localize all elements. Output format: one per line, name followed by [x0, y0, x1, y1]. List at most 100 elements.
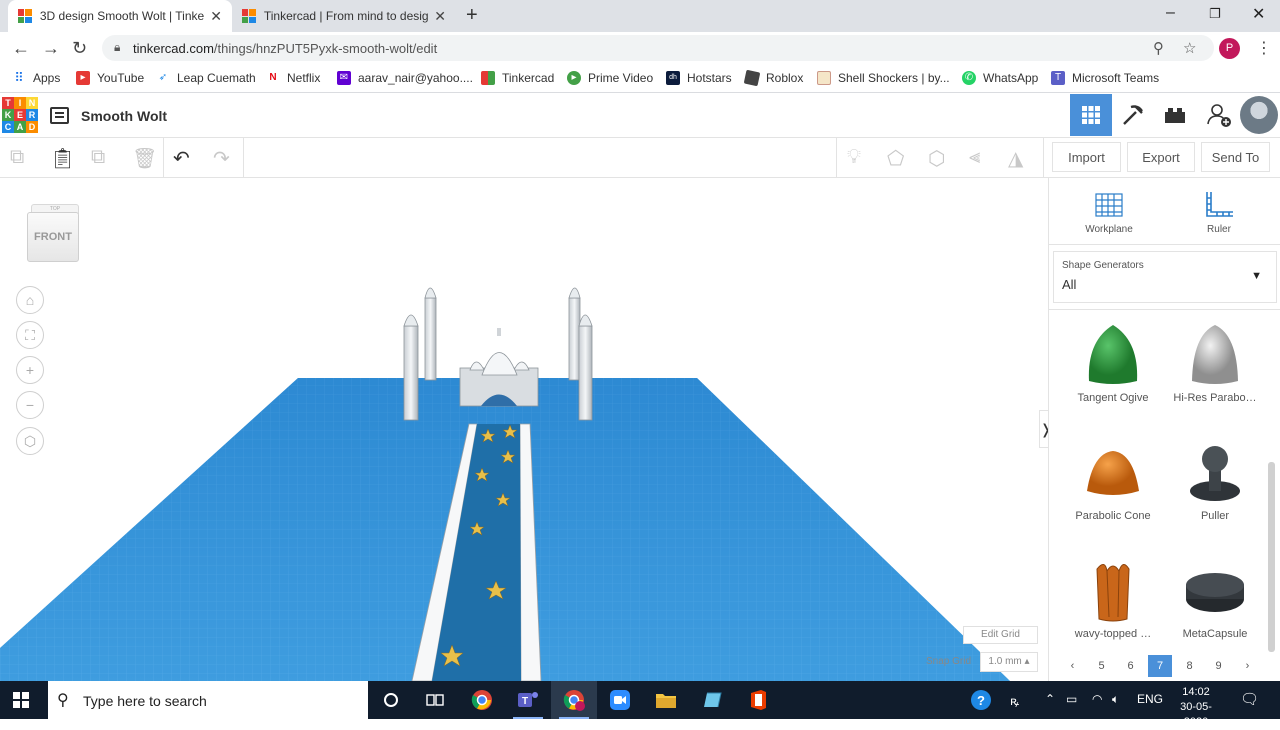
paste-icon[interactable]: 📋︎: [50, 146, 75, 171]
user-avatar[interactable]: [1240, 96, 1278, 134]
address-bar[interactable]: 🔒︎ tinkercad.com/things/hnzPUT5Pyxk-smoo…: [102, 35, 1214, 61]
add-user-button[interactable]: [1198, 94, 1240, 136]
shape-generators-dropdown[interactable]: Shape Generators All ▼: [1053, 251, 1277, 303]
chrome-taskbar-icon[interactable]: [459, 681, 505, 719]
battery-icon[interactable]: ▭: [1066, 692, 1077, 706]
tinkercad-logo[interactable]: T I N K E R C A D: [2, 97, 38, 133]
bookmark-yahoo-mail[interactable]: ✉ aarav_nair@yahoo....: [337, 71, 473, 85]
lightbulb-icon[interactable]: 💡︎: [847, 146, 861, 169]
delete-icon[interactable]: 🗑︎: [132, 146, 157, 171]
perspective-cube-icon[interactable]: ⬡: [16, 427, 44, 455]
zoom-in-icon[interactable]: +: [16, 356, 44, 384]
bookmark-leap-cuemath[interactable]: ➶ Leap Cuemath: [156, 71, 256, 85]
shape-metacapsule[interactable]: MetaCapsule: [1165, 557, 1265, 640]
tab-tinkercad-design[interactable]: 3D design Smooth Wolt | Tinkerc ✕: [8, 0, 232, 32]
ruler-tool[interactable]: Ruler: [1169, 186, 1269, 235]
bookmark-tinkercad[interactable]: Tinkercad: [481, 71, 554, 85]
workplane-tool[interactable]: Workplane: [1059, 186, 1159, 235]
chrome-profile-taskbar-icon[interactable]: [551, 681, 597, 719]
page-6[interactable]: 6: [1116, 660, 1145, 672]
file-explorer-icon[interactable]: [643, 681, 689, 719]
redo-icon[interactable]: ↷: [213, 146, 230, 171]
bricks-button[interactable]: [1154, 94, 1196, 136]
page-8[interactable]: 8: [1175, 660, 1204, 672]
office-taskbar-icon[interactable]: [735, 681, 781, 719]
bookmark-apps[interactable]: ⠿ Apps: [12, 71, 60, 86]
shape-wavy-topped[interactable]: wavy-topped …: [1063, 557, 1163, 640]
bookmark-prime-video[interactable]: ▸ Prime Video: [567, 71, 653, 85]
align-icon[interactable]: ⫷: [969, 146, 980, 169]
prev-page-chevron-icon[interactable]: ‹: [1058, 660, 1087, 672]
copy-icon[interactable]: ⧉: [10, 146, 24, 169]
teams-taskbar-icon[interactable]: T: [505, 681, 551, 719]
kebab-menu-icon[interactable]: ⋮: [1256, 38, 1272, 58]
bookmark-roblox[interactable]: Roblox: [743, 69, 803, 87]
taskbar-search-box[interactable]: ⚲ Type here to search: [48, 681, 368, 719]
blocks-button[interactable]: [1112, 94, 1154, 136]
shape-hi-res-paraboloid[interactable]: Hi-Res Parabo…: [1165, 321, 1265, 404]
design-list-icon[interactable]: [50, 107, 69, 124]
duplicate-icon[interactable]: ⧉: [91, 146, 105, 169]
zoom-out-icon[interactable]: −: [16, 391, 44, 419]
bookmark-shell-shockers[interactable]: Shell Shockers | by...: [817, 71, 950, 85]
notifications-icon[interactable]: 🗨︎: [1240, 690, 1259, 708]
page-9[interactable]: 9: [1204, 660, 1233, 672]
back-arrow-icon[interactable]: ←: [12, 38, 30, 59]
view-cube-front[interactable]: FRONT: [27, 212, 79, 262]
mirror-icon[interactable]: ◮: [1008, 146, 1023, 171]
workplane-scene[interactable]: [0, 178, 1048, 681]
shape-puller[interactable]: Puller: [1165, 439, 1265, 522]
next-page-chevron-icon[interactable]: ›: [1233, 660, 1262, 672]
close-window-button[interactable]: ✕: [1252, 4, 1265, 24]
tangent-ogive-icon: [1088, 325, 1138, 384]
windows-taskbar: ⚲ Type here to search T ? ꝶ ⌃ ▭ ◠ 🔈︎ ENG…: [0, 681, 1280, 728]
tab-close-icon[interactable]: ✕: [434, 8, 446, 25]
zoom-taskbar-icon[interactable]: [597, 681, 643, 719]
shape-tangent-ogive[interactable]: Tangent Ogive: [1063, 321, 1163, 404]
reload-icon[interactable]: ↻: [72, 38, 87, 59]
undo-icon[interactable]: ↶: [173, 146, 190, 171]
home-icon[interactable]: ⌂: [16, 286, 44, 314]
pen-icon[interactable]: ꝶ: [1010, 692, 1019, 709]
export-button[interactable]: Export: [1127, 142, 1195, 172]
group-icon[interactable]: ⬠: [887, 146, 904, 171]
bookmark-hotstars[interactable]: dh Hotstars: [666, 71, 732, 85]
zoom-icon[interactable]: ⚲: [1153, 39, 1164, 57]
tab-tinkercad-home[interactable]: Tinkercad | From mind to design ✕: [232, 0, 456, 32]
snap-grid-select[interactable]: 1.0 mm ▴: [980, 652, 1038, 672]
bookmark-whatsapp[interactable]: ✆ WhatsApp: [962, 71, 1038, 85]
bookmark-microsoft-teams[interactable]: T Microsoft Teams: [1051, 71, 1159, 85]
task-view-icon[interactable]: [412, 681, 458, 719]
taskbar-clock[interactable]: 14:02 30-05-2020: [1168, 685, 1224, 730]
volume-icon[interactable]: 🔈︎: [1112, 692, 1119, 707]
bookmark-youtube[interactable]: ▸ YouTube: [76, 71, 144, 85]
minimize-button[interactable]: –: [1166, 4, 1175, 22]
panel-scrollbar[interactable]: [1268, 462, 1275, 652]
cortana-icon[interactable]: [368, 681, 414, 719]
bookmark-netflix[interactable]: N Netflix: [266, 71, 320, 85]
tray-chevron-up-icon[interactable]: ⌃: [1045, 692, 1055, 706]
new-tab-button[interactable]: +: [466, 4, 478, 27]
windows-start-icon[interactable]: [13, 692, 29, 708]
language-indicator[interactable]: ENG: [1137, 692, 1163, 706]
send-to-button[interactable]: Send To: [1201, 142, 1270, 172]
star-icon[interactable]: ☆: [1183, 39, 1196, 57]
tab-close-icon[interactable]: ✕: [210, 8, 222, 25]
3d-workspace[interactable]: TOP FRONT ⌂ ⛶ + − ⬡ Edit Grid Snap Grid …: [0, 178, 1048, 681]
edit-grid-button[interactable]: Edit Grid: [963, 626, 1038, 644]
wifi-icon[interactable]: ◠: [1092, 692, 1102, 706]
help-icon[interactable]: ?: [958, 681, 1004, 719]
fit-view-icon[interactable]: ⛶: [16, 321, 44, 349]
shape-parabolic-cone[interactable]: Parabolic Cone: [1063, 439, 1163, 522]
page-5[interactable]: 5: [1087, 660, 1116, 672]
import-button[interactable]: Import: [1052, 142, 1121, 172]
3d-view-button[interactable]: [1070, 94, 1112, 136]
maximize-button[interactable]: ❐: [1209, 6, 1221, 22]
profile-avatar[interactable]: P: [1219, 38, 1240, 59]
view-cube[interactable]: TOP FRONT: [25, 202, 81, 264]
page-7[interactable]: 7: [1148, 655, 1172, 677]
forward-arrow-icon[interactable]: →: [42, 38, 60, 59]
ungroup-icon[interactable]: ⬡: [928, 146, 945, 171]
notes-app-icon[interactable]: [689, 681, 735, 719]
design-title[interactable]: Smooth Wolt: [81, 108, 167, 124]
